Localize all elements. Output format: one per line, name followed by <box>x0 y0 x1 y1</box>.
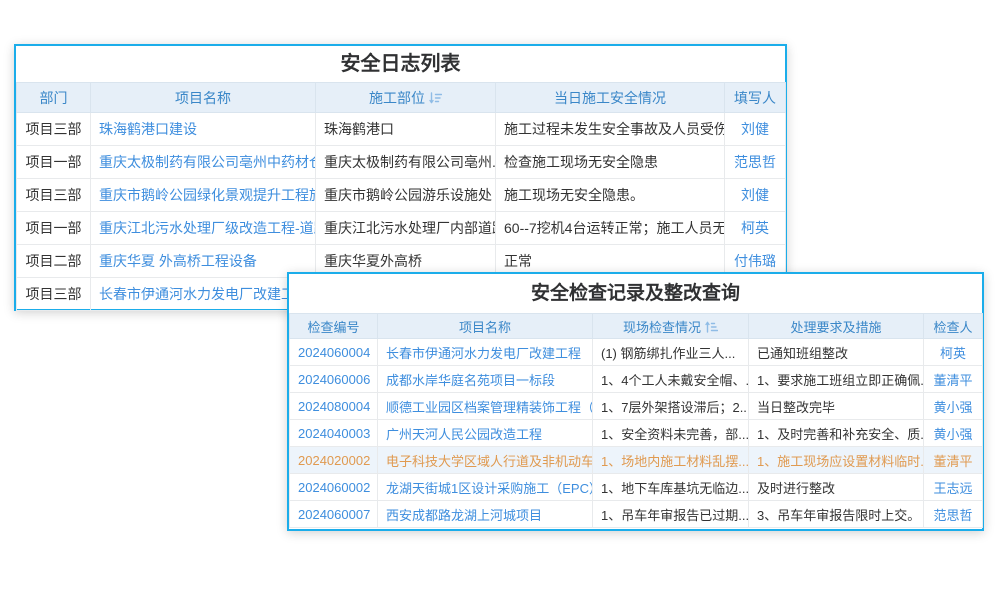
cell-finding: 1、场地内施工材料乱摆... <box>593 447 749 474</box>
cell-action: 当日整改完毕 <box>749 393 924 420</box>
cell-inspector[interactable]: 王志远 <box>924 474 983 501</box>
inspection-query-panel: 安全检查记录及整改查询 检查编号 项目名称 现场检查情况 处理要求及措施 检查人… <box>287 272 984 531</box>
cell-author[interactable]: 刘健 <box>725 179 786 212</box>
cell-finding: (1) 钢筋绑扎作业三人... <box>593 339 749 366</box>
cell-action: 1、要求施工班组立即正确佩... <box>749 366 924 393</box>
table-row: 2024060002 龙湖天街城1区设计采购施工（EPC）总承 1、地下车库基坑… <box>290 474 983 501</box>
cell-location: 重庆太极制药有限公司亳州... <box>316 146 496 179</box>
cell-location: 重庆江北污水处理厂内部道路 <box>316 212 496 245</box>
cell-inspector[interactable]: 范思哲 <box>924 501 983 528</box>
cell-action: 3、吊车年审报告限时上交。 <box>749 501 924 528</box>
inspection-query-title: 安全检查记录及整改查询 <box>289 274 982 313</box>
cell-inspection-id[interactable]: 2024060006 <box>290 366 378 393</box>
cell-location: 重庆市鹅岭公园游乐设施处 <box>316 179 496 212</box>
table-row: 2024080004 顺德工业园区档案管理精装饰工程（一标段 1、7层外架搭设滞… <box>290 393 983 420</box>
table-row: 2024060004 长春市伊通河水力发电厂改建工程 (1) 钢筋绑扎作业三人.… <box>290 339 983 366</box>
table-row: 项目三部 珠海鹤港口建设 珠海鹤港口 施工过程未发生安全事故及人员受伤情况 刘健 <box>17 113 786 146</box>
cell-project-link[interactable]: 重庆江北污水处理厂级改造工程-道路... <box>91 212 316 245</box>
table-row: 2024040003 广州天河人民公园改造工程 1、安全资料未完善，部... 1… <box>290 420 983 447</box>
col-header-project: 项目名称 <box>378 314 593 339</box>
cell-location: 珠海鹤港口 <box>316 113 496 146</box>
cell-project-link[interactable]: 珠海鹤港口建设 <box>91 113 316 146</box>
cell-project-link[interactable]: 重庆华夏 外高桥工程设备 <box>91 245 316 278</box>
cell-action: 1、施工现场应设置材料临时... <box>749 447 924 474</box>
table-row: 2024060007 西安成都路龙湖上河城项目 1、吊车年审报告已过期... 3… <box>290 501 983 528</box>
cell-status: 施工现场无安全隐患。 <box>496 179 725 212</box>
col-header-finding[interactable]: 现场检查情况 <box>593 314 749 339</box>
col-header-location[interactable]: 施工部位 <box>316 83 496 113</box>
cell-inspector[interactable]: 董清平 <box>924 366 983 393</box>
cell-action: 已通知班组整改 <box>749 339 924 366</box>
table-header-row: 检查编号 项目名称 现场检查情况 处理要求及措施 检查人 <box>290 314 983 339</box>
cell-finding: 1、地下车库基坑无临边... <box>593 474 749 501</box>
cell-action: 1、及时完善和补充安全、质... <box>749 420 924 447</box>
col-header-inspector: 检查人 <box>924 314 983 339</box>
cell-dept: 项目三部 <box>17 113 91 146</box>
cell-project-link[interactable]: 重庆太极制药有限公司亳州中药材仓... <box>91 146 316 179</box>
cell-finding: 1、4个工人未戴安全帽、... <box>593 366 749 393</box>
cell-finding: 1、7层外架搭设滞后；2... <box>593 393 749 420</box>
cell-inspector[interactable]: 黄小强 <box>924 420 983 447</box>
cell-dept: 项目三部 <box>17 179 91 212</box>
cell-project-link[interactable]: 成都水岸华庭名苑项目一标段 <box>378 366 593 393</box>
cell-status: 施工过程未发生安全事故及人员受伤情况 <box>496 113 725 146</box>
col-header-project: 项目名称 <box>91 83 316 113</box>
col-header-author: 填写人 <box>725 83 786 113</box>
cell-project-link[interactable]: 重庆市鹅岭公园绿化景观提升工程施工 <box>91 179 316 212</box>
table-row: 项目一部 重庆江北污水处理厂级改造工程-道路... 重庆江北污水处理厂内部道路 … <box>17 212 786 245</box>
cell-dept: 项目二部 <box>17 245 91 278</box>
inspection-table: 检查编号 项目名称 现场检查情况 处理要求及措施 检查人 2024060004 … <box>289 313 983 528</box>
safety-log-title: 安全日志列表 <box>16 46 785 82</box>
cell-author[interactable]: 刘健 <box>725 113 786 146</box>
cell-action: 及时进行整改 <box>749 474 924 501</box>
table-row: 2024060006 成都水岸华庭名苑项目一标段 1、4个工人未戴安全帽、...… <box>290 366 983 393</box>
cell-inspector[interactable]: 黄小强 <box>924 393 983 420</box>
table-row: 项目三部 重庆市鹅岭公园绿化景观提升工程施工 重庆市鹅岭公园游乐设施处 施工现场… <box>17 179 786 212</box>
table-header-row: 部门 项目名称 施工部位 当日施工安全情况 填写人 <box>17 83 786 113</box>
cell-inspection-id[interactable]: 2024040003 <box>290 420 378 447</box>
cell-finding: 1、安全资料未完善，部... <box>593 420 749 447</box>
cell-inspector[interactable]: 柯英 <box>924 339 983 366</box>
safety-log-panel: 安全日志列表 部门 项目名称 施工部位 当日施工安全情况 填写人 项目三部 珠海… <box>14 44 787 311</box>
cell-dept: 项目三部 <box>17 278 91 311</box>
table-row: 项目一部 重庆太极制药有限公司亳州中药材仓... 重庆太极制药有限公司亳州...… <box>17 146 786 179</box>
cell-status: 60--7挖机4台运转正常；施工人员无违... <box>496 212 725 245</box>
cell-author[interactable]: 柯英 <box>725 212 786 245</box>
cell-finding: 1、吊车年审报告已过期... <box>593 501 749 528</box>
cell-project-link[interactable]: 西安成都路龙湖上河城项目 <box>378 501 593 528</box>
cell-author[interactable]: 范思哲 <box>725 146 786 179</box>
cell-inspection-id[interactable]: 2024060007 <box>290 501 378 528</box>
cell-dept: 项目一部 <box>17 212 91 245</box>
cell-inspector[interactable]: 董清平 <box>924 447 983 474</box>
col-header-dept: 部门 <box>17 83 91 113</box>
sort-asc-icon[interactable] <box>705 321 718 333</box>
cell-project-link[interactable]: 龙湖天街城1区设计采购施工（EPC）总承 <box>378 474 593 501</box>
cell-inspection-id[interactable]: 2024060004 <box>290 339 378 366</box>
cell-project-link[interactable]: 广州天河人民公园改造工程 <box>378 420 593 447</box>
cell-project-link[interactable]: 顺德工业园区档案管理精装饰工程（一标段 <box>378 393 593 420</box>
cell-project-link[interactable]: 电子科技大学区域人行道及非机动车道工程 <box>378 447 593 474</box>
cell-inspection-id[interactable]: 2024060002 <box>290 474 378 501</box>
cell-project-link[interactable]: 长春市伊通河水力发电厂改建工程 <box>378 339 593 366</box>
cell-project-link[interactable]: 长春市伊通河水力发电厂改建工程 <box>91 278 316 311</box>
col-header-id: 检查编号 <box>290 314 378 339</box>
cell-dept: 项目一部 <box>17 146 91 179</box>
cell-status: 检查施工现场无安全隐患 <box>496 146 725 179</box>
cell-inspection-id[interactable]: 2024080004 <box>290 393 378 420</box>
col-header-finding-label: 现场检查情况 <box>623 320 701 335</box>
cell-inspection-id[interactable]: 2024020002 <box>290 447 378 474</box>
table-row-highlighted: 2024020002 电子科技大学区域人行道及非机动车道工程 1、场地内施工材料… <box>290 447 983 474</box>
col-header-location-label: 施工部位 <box>369 90 425 106</box>
col-header-action: 处理要求及措施 <box>749 314 924 339</box>
col-header-status: 当日施工安全情况 <box>496 83 725 113</box>
sort-desc-icon[interactable] <box>429 92 442 104</box>
